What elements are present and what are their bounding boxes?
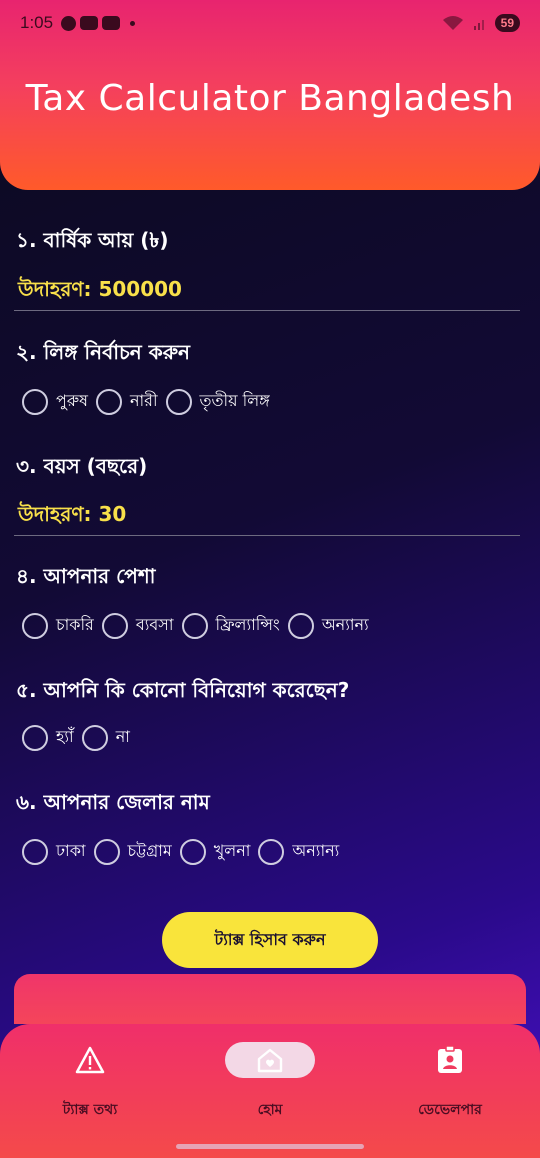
- gender-radio-female[interactable]: নারী: [95, 388, 158, 415]
- district-radio-khulna[interactable]: খুলনা: [179, 838, 250, 865]
- radio-circle[interactable]: [165, 388, 192, 415]
- app-title: Tax Calculator Bangladesh: [25, 78, 515, 119]
- profession-radio-group: চাকরি ব্যবসা ফ্রিল্যান্সিং অন্যান্য: [22, 612, 369, 639]
- home-icon: [225, 1042, 315, 1078]
- district-radio-dhaka[interactable]: ঢাকা: [22, 838, 86, 865]
- radio-circle[interactable]: [22, 724, 48, 751]
- nav-label-developer: ডেভেলপার: [418, 1102, 482, 1118]
- status-time: 1:05: [20, 13, 54, 32]
- gesture-home-bar[interactable]: [176, 1144, 364, 1149]
- battery-indicator: 59: [494, 14, 520, 32]
- bottom-navigation: ট্যাক্স তথ্য হোম ডেভেলপার: [0, 1024, 540, 1158]
- radio-circle[interactable]: [95, 388, 122, 415]
- radio-circle[interactable]: [81, 724, 108, 751]
- profession-label: ৪. আপনার পেশা: [16, 564, 156, 588]
- income-label: ১. বার্ষিক আয় (৳): [16, 228, 169, 252]
- district-label: ৬. আপনার জেলার নাম: [16, 790, 210, 814]
- radio-circle[interactable]: [93, 838, 120, 865]
- gender-radio-group: পুরুষ নারী তৃতীয় লিঙ্গ: [22, 388, 270, 415]
- nav-label-home: হোম: [257, 1102, 283, 1118]
- wifi-icon: [442, 16, 463, 30]
- investment-radio-group: হ্যাঁ না: [22, 724, 130, 751]
- calculate-tax-button[interactable]: ট্যাক্স হিসাব করুন: [162, 912, 378, 968]
- gender-label: ২. লিঙ্গ নির্বাচন করুন: [16, 340, 190, 364]
- income-input[interactable]: উদাহরণ: 500000: [18, 275, 182, 308]
- radio-circle[interactable]: [179, 838, 206, 865]
- age-label: ৩. বয়স (বছরে): [16, 454, 148, 478]
- investment-radio-no[interactable]: না: [81, 724, 130, 751]
- gender-radio-third[interactable]: তৃতীয় লিঙ্গ: [165, 388, 270, 415]
- district-radio-group: ঢাকা চট্টগ্রাম খুলনা অন্যান্য: [22, 838, 339, 865]
- profession-radio-job[interactable]: চাকরি: [22, 612, 94, 639]
- investment-label: ৫. আপনি কি কোনো বিনিয়োগ করেছেন?: [16, 678, 350, 702]
- radio-circle[interactable]: [22, 612, 48, 639]
- nav-item-tax-info[interactable]: ট্যাক্স তথ্য: [10, 1042, 170, 1122]
- age-input[interactable]: উদাহরণ: 30: [18, 500, 126, 533]
- profession-radio-other[interactable]: অন্যান্য: [287, 612, 369, 639]
- nav-item-developer[interactable]: ডেভেলপার: [370, 1042, 530, 1122]
- app-header: 1:05 59 Tax Calculator Bangladesh: [0, 0, 540, 190]
- result-card: [14, 974, 526, 1024]
- gender-radio-male[interactable]: পুরুষ: [22, 388, 88, 415]
- youtube-icon: [80, 16, 99, 30]
- profession-radio-freelancing[interactable]: ফ্রিল্যান্সিং: [181, 612, 280, 639]
- radio-circle[interactable]: [22, 388, 48, 415]
- age-underline: [14, 535, 520, 536]
- messenger-icon: [61, 15, 77, 31]
- notification-dot-icon: [130, 20, 136, 26]
- status-bar: 1:05 59: [0, 8, 540, 38]
- radio-circle[interactable]: [101, 612, 128, 639]
- nav-item-home[interactable]: হোম: [190, 1042, 350, 1122]
- warning-icon: [10, 1042, 170, 1078]
- district-radio-chattogram[interactable]: চট্টগ্রাম: [93, 838, 172, 865]
- income-underline: [14, 310, 520, 311]
- radio-circle[interactable]: [258, 838, 285, 865]
- badge-icon: [370, 1042, 530, 1078]
- radio-circle[interactable]: [287, 612, 314, 639]
- investment-radio-yes[interactable]: হ্যাঁ: [22, 724, 74, 751]
- radio-circle[interactable]: [22, 838, 48, 865]
- youtube-icon-2: [102, 16, 121, 30]
- profession-radio-business[interactable]: ব্যবসা: [101, 612, 174, 639]
- district-radio-other[interactable]: অন্যান্য: [258, 838, 339, 865]
- nav-label-tax-info: ট্যাক্স তথ্য: [62, 1102, 118, 1118]
- signal-icon: [473, 20, 484, 30]
- radio-circle[interactable]: [181, 612, 208, 639]
